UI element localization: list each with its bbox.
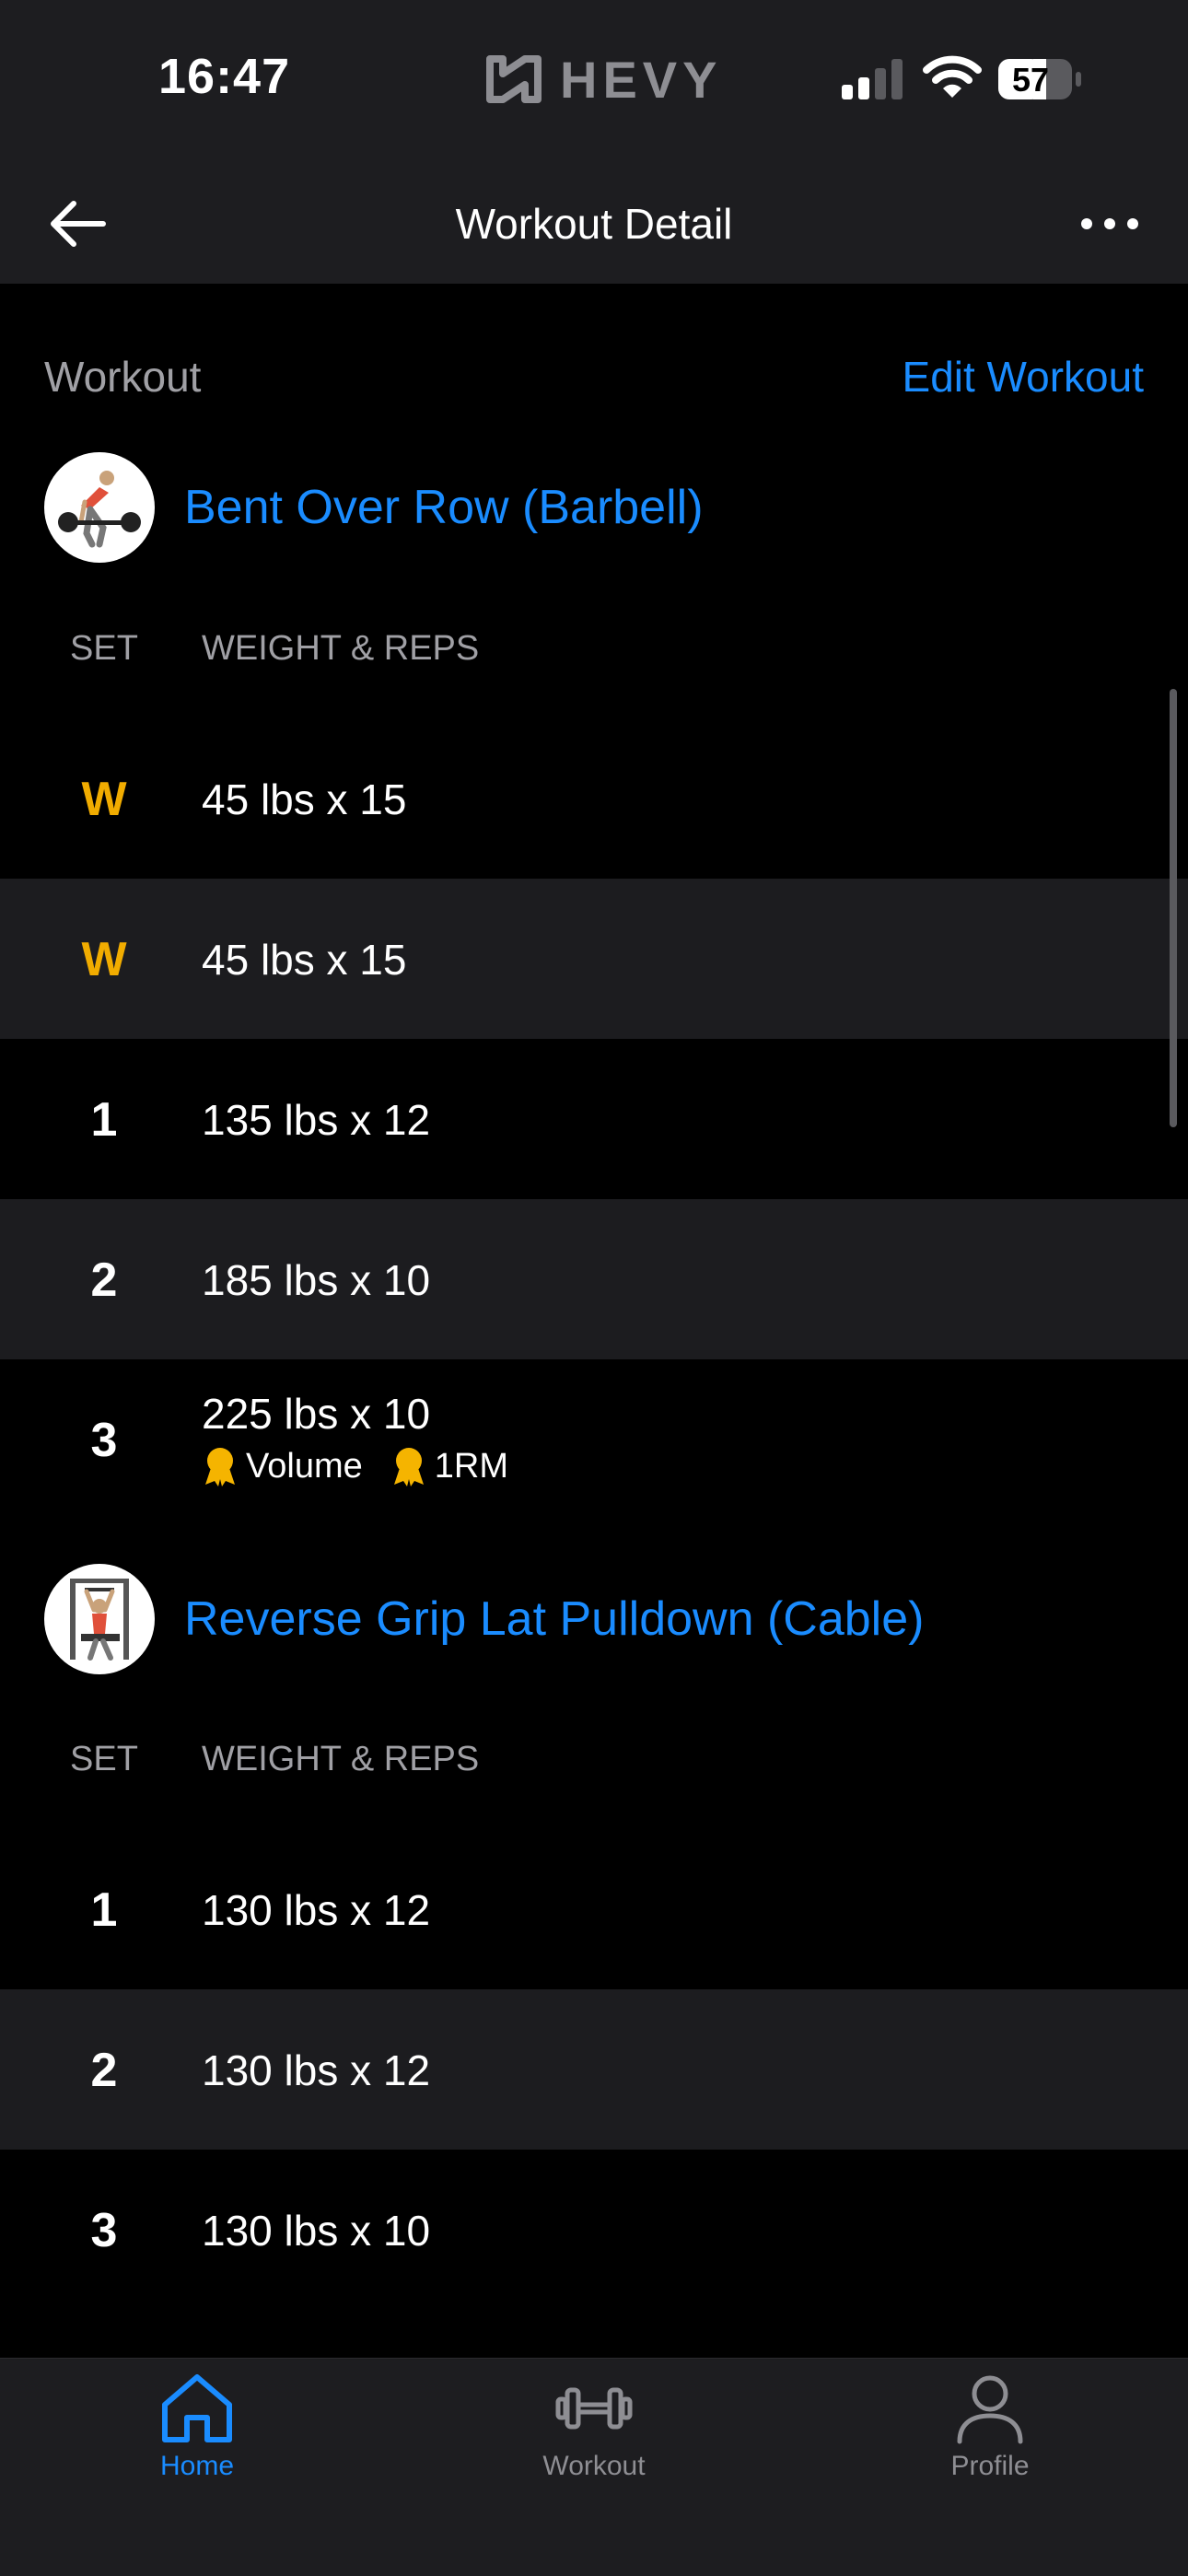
tab-workout[interactable]: Workout [479, 2372, 709, 2510]
medal-icon [205, 1448, 235, 1486]
barbell-row-figure-icon [58, 471, 141, 548]
exercise-title[interactable]: Bent Over Row (Barbell) [184, 480, 704, 535]
set-number: 2 [90, 1253, 118, 1307]
tab-label: Profile [950, 2451, 1030, 2481]
status-time: 16:47 [158, 49, 291, 104]
home-icon [162, 2374, 232, 2442]
hevy-logo: HEVY [484, 50, 723, 109]
dumbbell-icon [555, 2387, 633, 2430]
set-row: 3 130 lbs x 10 [0, 2150, 1188, 2310]
tab-profile[interactable]: Profile [875, 2372, 1105, 2510]
set-weight-reps: 130 lbs x 10 [202, 2207, 431, 2255]
exercise-thumbnail [44, 1564, 155, 1674]
set-number: 3 [90, 1414, 118, 1467]
pr-badges: Volume 1RM [202, 1446, 536, 1486]
workout-section-header: Workout Edit Workout [44, 352, 1144, 407]
person-icon [957, 2375, 1023, 2444]
column-set-label: SET [70, 1740, 138, 1778]
lat-pulldown-figure-icon [70, 1579, 129, 1661]
set-weight-reps: 130 lbs x 12 [202, 2046, 431, 2094]
set-number: W [81, 933, 127, 986]
hevy-logo-icon [486, 55, 542, 103]
set-row: W 45 lbs x 15 [0, 718, 1188, 879]
tab-home[interactable]: Home [82, 2372, 312, 2510]
tab-label: Home [159, 2451, 235, 2481]
pr-badge-1rm: 1RM [390, 1446, 508, 1486]
sets-column-header: SET WEIGHT & REPS [0, 1740, 1188, 1795]
pr-label: Volume [246, 1446, 363, 1486]
more-options-icon[interactable] [1077, 210, 1142, 238]
set-row: 2 185 lbs x 10 [0, 1199, 1188, 1359]
back-arrow-icon[interactable] [46, 198, 111, 250]
set-row: 1 135 lbs x 12 [0, 1039, 1188, 1199]
edit-workout-link[interactable]: Edit Workout [903, 352, 1144, 402]
exercise-title[interactable]: Reverse Grip Lat Pulldown (Cable) [184, 1591, 924, 1647]
medal-icon [393, 1448, 424, 1486]
brand-name: HEVY [560, 50, 723, 109]
set-weight-reps: 45 lbs x 15 [202, 936, 407, 984]
set-row: W 45 lbs x 15 [0, 879, 1188, 1039]
set-weight-reps: 45 lbs x 15 [202, 775, 407, 823]
set-weight-reps: 135 lbs x 12 [202, 1096, 431, 1144]
set-row: 3 225 lbs x 10 Volume 1RM [0, 1359, 1188, 1520]
set-number: 3 [90, 2204, 118, 2257]
set-number: W [81, 773, 127, 826]
tab-label: Workout [542, 2451, 646, 2481]
pr-badge-volume: Volume [202, 1446, 363, 1486]
page-title: Workout Detail [455, 200, 733, 248]
set-row: 1 130 lbs x 12 [0, 1829, 1188, 1989]
scrollbar[interactable] [1170, 689, 1177, 1127]
column-weight-reps-label: WEIGHT & REPS [202, 1740, 480, 1778]
set-weight-reps: 130 lbs x 12 [202, 1886, 431, 1934]
set-weight-reps: 185 lbs x 10 [202, 1256, 431, 1304]
pr-label: 1RM [434, 1446, 508, 1486]
wifi-icon [923, 55, 982, 98]
set-number: 1 [90, 1093, 118, 1147]
set-weight-reps: 225 lbs x 10 [202, 1390, 431, 1438]
sets-column-header: SET WEIGHT & REPS [0, 629, 1188, 684]
set-number: 1 [90, 1883, 118, 1937]
column-weight-reps-label: WEIGHT & REPS [202, 629, 480, 668]
cellular-signal-icon [842, 59, 903, 99]
exercise-thumbnail [44, 452, 155, 563]
exercise-header[interactable]: Reverse Grip Lat Pulldown (Cable) [44, 1563, 924, 1675]
exercise-header[interactable]: Bent Over Row (Barbell) [44, 451, 704, 564]
section-label: Workout [44, 353, 202, 401]
battery-level: 57 [1011, 61, 1050, 99]
set-number: 2 [90, 2044, 118, 2097]
set-row: 2 130 lbs x 12 [0, 1989, 1188, 2150]
column-set-label: SET [70, 629, 138, 668]
